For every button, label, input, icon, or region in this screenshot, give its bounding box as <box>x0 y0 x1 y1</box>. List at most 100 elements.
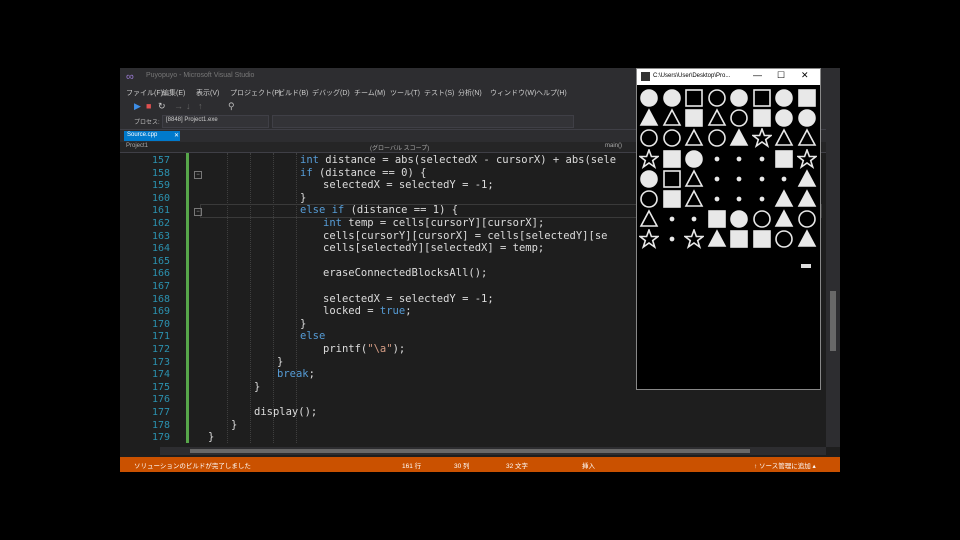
menu-edit[interactable]: 編集(E) <box>162 88 185 98</box>
line-number: 166 <box>151 268 170 280</box>
line-number: 160 <box>151 192 170 204</box>
line-number: 163 <box>151 230 170 242</box>
block-dot <box>714 156 719 161</box>
source-control-button[interactable]: ↑ ソース管理に追加 ▴ <box>754 460 816 470</box>
tab-source-cpp[interactable]: Source.cpp ✕ <box>124 131 180 141</box>
code-token: } <box>208 431 215 444</box>
hscroll-thumb[interactable] <box>190 449 750 453</box>
menu-project[interactable]: プロジェクト(P) <box>230 88 281 98</box>
code-line: else if (distance == 1) { <box>300 204 458 216</box>
hex-icon[interactable]: ⚲ <box>228 101 235 111</box>
nav-project[interactable]: Project1 <box>126 143 148 149</box>
code-token: } <box>231 418 238 431</box>
process-dropdown[interactable]: [8848] Project1.exe <box>162 115 269 128</box>
indent-guide <box>250 153 251 443</box>
menu-test[interactable]: テスト(S) <box>424 88 454 98</box>
thread-dropdown[interactable] <box>272 115 574 128</box>
block-star-o <box>639 229 659 250</box>
code-line: int distance = abs(selectedX - cursorX) … <box>300 154 616 166</box>
minimize-button[interactable]: — <box>753 70 762 80</box>
code-token: cells[selectedY][selectedX] = temp; <box>323 242 545 255</box>
code-line: display(); <box>254 406 317 418</box>
code-line: selectedX = selectedY = -1; <box>323 293 494 305</box>
block-dot <box>691 216 697 222</box>
menu-help[interactable]: ヘルプ(H) <box>536 88 567 98</box>
menu-file[interactable]: ファイル(F) <box>126 88 163 98</box>
restart-icon[interactable]: ↻ <box>158 101 166 111</box>
code-token: true <box>379 305 406 318</box>
nav-function[interactable]: main() <box>605 143 622 149</box>
block-triangle-o <box>639 209 659 227</box>
console-title: C:\Users\User\Desktop\Pro... <box>653 73 731 79</box>
process-value: [8848] Project1.exe <box>166 117 218 123</box>
menu-window[interactable]: ウィンドウ(W) <box>490 88 536 98</box>
code-line: cells[cursorY][cursorX] = cells[selected… <box>323 230 607 242</box>
menu-analyze[interactable]: 分析(N) <box>458 88 482 98</box>
block-dot <box>759 156 764 161</box>
step-icon[interactable]: → <box>174 101 183 111</box>
code-token: (distance == 0) { <box>318 166 427 179</box>
line-number: 178 <box>151 419 170 431</box>
menu-tools[interactable]: ツール(T) <box>390 88 420 98</box>
line-number: 167 <box>151 281 170 292</box>
close-button[interactable]: ✕ <box>801 70 809 81</box>
block-circle-o <box>730 109 748 127</box>
console-title-bar: C:\Users\User\Desktop\Pro... — ☐ ✕ <box>637 69 820 85</box>
code-token: break <box>277 368 309 381</box>
block-circle-o <box>797 210 816 228</box>
block-square-o <box>752 89 771 107</box>
block-dot <box>781 176 787 182</box>
block-triangle-o <box>662 108 681 126</box>
block-square <box>752 230 771 249</box>
block-square <box>775 149 793 168</box>
menu-build[interactable]: ビルド(B) <box>278 88 308 98</box>
block-circle <box>662 89 681 107</box>
code-line: } <box>231 419 237 431</box>
window-title: Puyopuyo - Microsoft Visual Studio <box>146 72 255 79</box>
scroll-thumb[interactable] <box>830 291 836 351</box>
collapse-icon[interactable]: − <box>194 170 202 179</box>
block-star-o <box>751 128 772 149</box>
vertical-scrollbar[interactable] <box>826 81 840 447</box>
code-line: cells[selectedY][selectedX] = temp; <box>323 242 544 254</box>
continue-icon[interactable]: ▶ <box>134 101 141 111</box>
block-dot <box>714 176 719 182</box>
menu-team[interactable]: チーム(M) <box>354 88 385 98</box>
collapse-icon[interactable]: − <box>194 208 202 217</box>
maximize-button[interactable]: ☐ <box>777 70 785 81</box>
step-into-icon[interactable]: ↓ <box>186 101 191 111</box>
block-square <box>707 210 726 228</box>
nav-scope[interactable]: (グローバル スコープ) <box>370 143 429 152</box>
code-token: } <box>277 355 284 368</box>
code-token: ); <box>392 343 406 355</box>
step-out-icon[interactable]: ↑ <box>198 101 203 111</box>
line-number: 164 <box>151 243 170 255</box>
menu-view[interactable]: 表示(V) <box>196 88 219 98</box>
status-message: ソリューションのビルドが完了しました <box>134 463 251 470</box>
block-circle <box>730 89 748 107</box>
menu-debug[interactable]: デバッグ(D) <box>312 88 350 98</box>
block-circle <box>730 210 748 228</box>
code-token: distance = abs(selectedX - cursorX) + ab… <box>325 154 617 166</box>
horizontal-scrollbar[interactable] <box>160 447 826 455</box>
block-triangle-o <box>774 128 794 147</box>
line-number: 176 <box>151 394 170 406</box>
block-triangle <box>707 229 726 248</box>
line-number: 158 <box>151 167 170 179</box>
code-line: } <box>300 318 306 330</box>
stop-icon[interactable]: ■ <box>146 101 151 111</box>
block-circle-o <box>640 190 658 208</box>
block-square <box>662 190 681 208</box>
console-window[interactable]: C:\Users\User\Desktop\Pro... — ☐ ✕ <box>636 68 821 390</box>
code-line: int temp = cells[cursorY][cursorX]; <box>323 217 544 229</box>
line-number: 159 <box>151 180 170 192</box>
close-icon[interactable]: ✕ <box>174 132 179 139</box>
console-icon <box>641 72 650 81</box>
line-number: 174 <box>151 369 170 381</box>
process-label: プロセス: <box>134 120 160 126</box>
line-number: 161 <box>151 205 170 217</box>
code-token: int <box>323 217 349 229</box>
line-number: 170 <box>151 318 170 330</box>
status-bar: ソリューションのビルドが完了しました 161 行 30 列 32 文字 挿入 ↑… <box>120 457 840 472</box>
code-token: temp = cells[cursorY][cursorX]; <box>348 217 545 229</box>
